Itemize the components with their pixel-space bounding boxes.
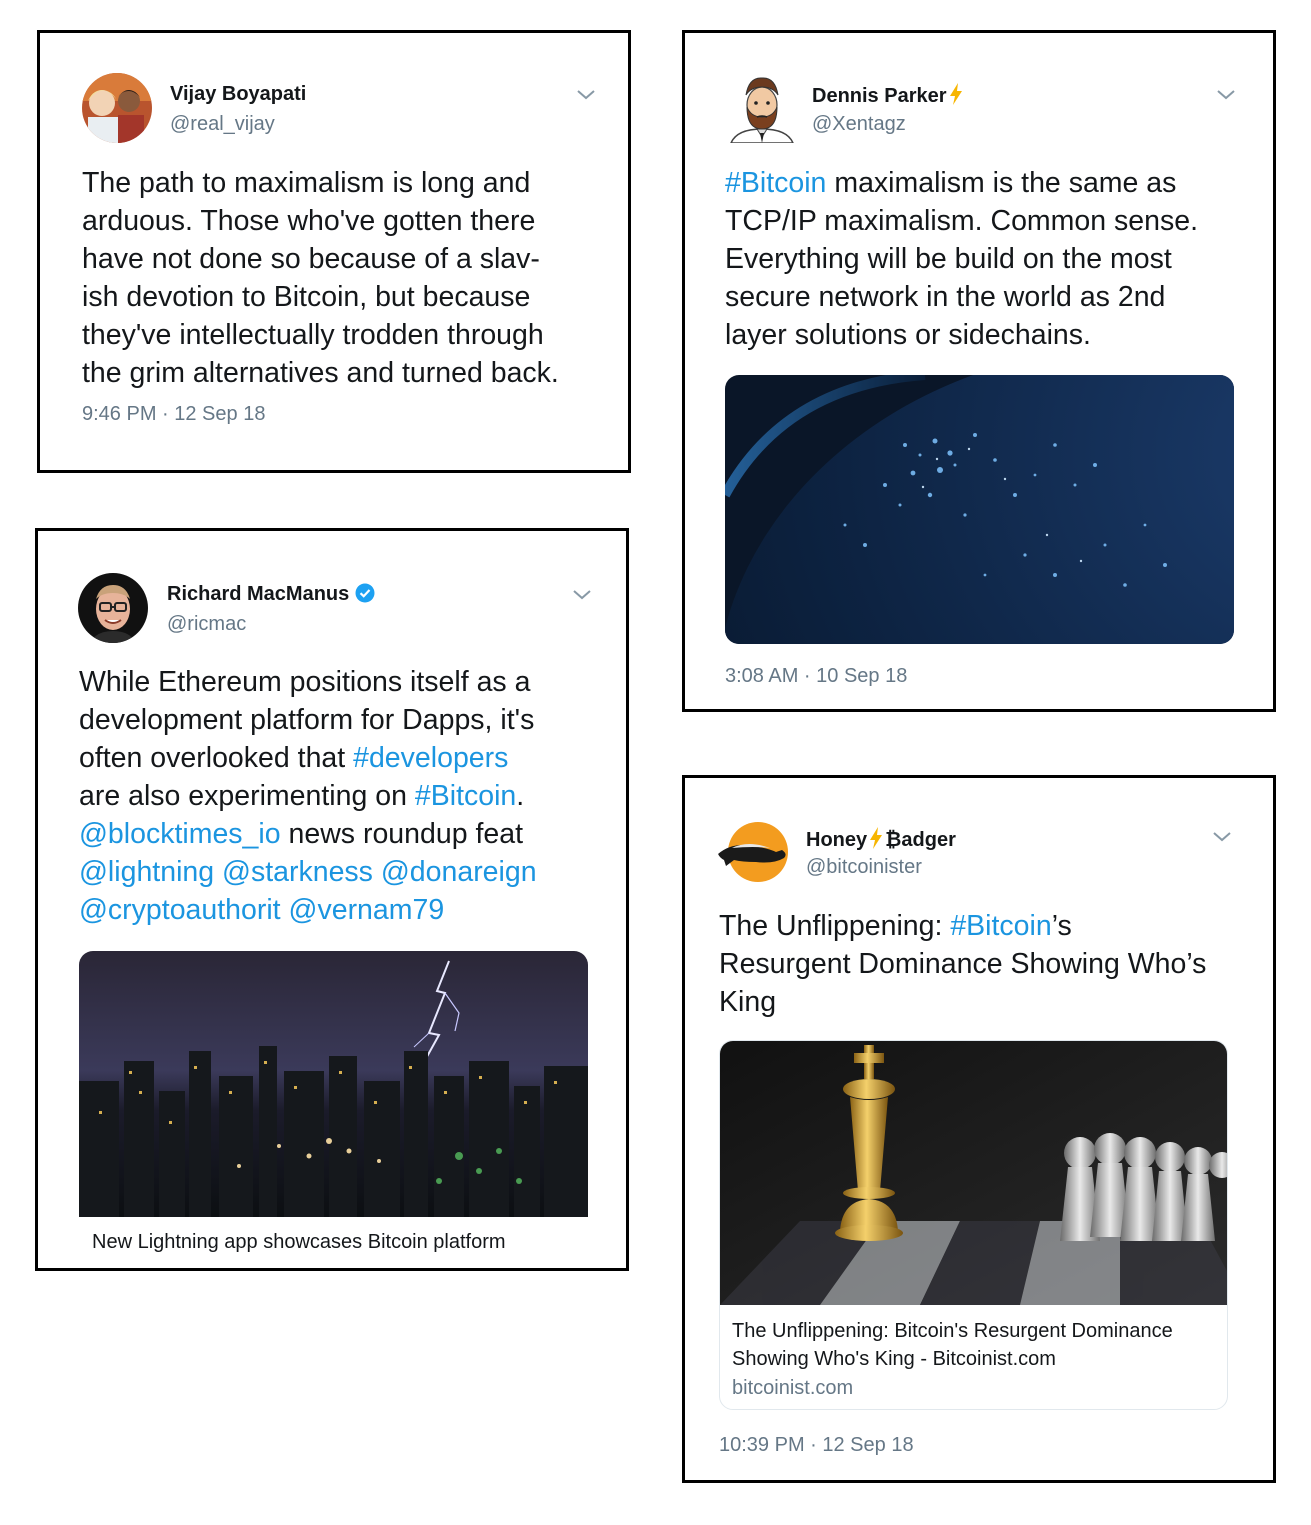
user-handle[interactable]: @bitcoinister — [806, 856, 922, 879]
display-name[interactable]: Richard MacManus — [167, 583, 375, 606]
tweet-media-image[interactable] — [79, 951, 588, 1217]
tweet-card-vijay: Vijay Boyapati @real_vijay The path to m… — [37, 30, 631, 473]
user-handle[interactable]: @real_vijay — [170, 113, 275, 136]
tweet-text-line: often overlooked that #developers — [79, 739, 619, 777]
display-name[interactable]: Vijay Boyapati — [170, 83, 306, 106]
link-card-title-line: Showing Who's King - Bitcoinist.com — [732, 1348, 1056, 1370]
tweet-card-honeybadger: Honey ₿adger @bitcoinister The Unflippeni… — [682, 775, 1276, 1483]
media-caption[interactable]: New Lightning app showcases Bitcoin plat… — [92, 1231, 506, 1254]
verified-badge-icon — [355, 583, 375, 603]
tweet-text-line: @blocktimes_io news roundup feat — [79, 815, 619, 853]
hashtag-link[interactable]: #Bitcoin — [950, 910, 1051, 942]
display-name-text: Richard MacManus — [167, 583, 350, 605]
mention-link[interactable]: @donareign — [381, 856, 537, 888]
mention-link[interactable]: @blocktimes_io — [79, 818, 281, 850]
text-span: maximalism is the same as — [826, 167, 1177, 199]
tweet-text-line: @cryptoauthorit @vernam79 — [79, 891, 619, 929]
chess-pawns-icon — [1060, 1133, 1227, 1241]
tweet-text-line: The Unflippening: #Bitcoin’s — [719, 907, 1264, 945]
earth-night-lights-image — [725, 375, 1234, 644]
tweet-card-dennis: Dennis Parker @Xentagz #Bitcoin maximali… — [682, 30, 1276, 712]
link-card-title: The Unflippening: Bitcoin's Resurgent Do… — [732, 1317, 1222, 1373]
text-span: ’s — [1051, 910, 1072, 942]
mention-link[interactable]: @starkness — [222, 856, 373, 888]
tweet-text-line: While Ethereum positions itself as a — [79, 666, 531, 698]
avatar[interactable] — [82, 73, 152, 143]
tweet-text-line: development platform for Dapps, it's — [79, 704, 535, 736]
avatar[interactable] — [718, 816, 790, 888]
avatar[interactable] — [727, 73, 797, 143]
tweet-text-line: The path to maximalism is long and — [82, 167, 531, 199]
tweet-text-line: Resurgent Dominance Showing Who’s — [719, 948, 1207, 980]
tweet-text-line: TCP/IP maximalism. Common sense. — [725, 205, 1199, 237]
link-card-title-line: The Unflippening: Bitcoin's Resurgent Do… — [732, 1320, 1173, 1342]
tweet-text-line: layer solutions or sidechains. — [725, 319, 1091, 351]
link-card-domain: bitcoinist.com — [732, 1377, 854, 1399]
tweet-text-line: King — [719, 986, 777, 1018]
man-glasses-photo-icon — [78, 573, 148, 643]
hashtag-link[interactable]: #Bitcoin — [725, 167, 826, 199]
tweet-text-line: are also experimenting on #Bitcoin. — [79, 777, 619, 815]
tweet-media-image[interactable] — [725, 375, 1234, 644]
text-span: are also experimenting on — [79, 780, 415, 812]
display-name-text: ₿adger — [885, 829, 956, 851]
tweet-text: While Ethereum positions itself as a dev… — [79, 663, 619, 929]
avatar[interactable] — [78, 573, 148, 643]
lightning-city-night-image — [79, 951, 588, 1217]
tweet-text-line: the grim alternatives and turned back. — [82, 357, 559, 389]
hashtag-link[interactable]: #Bitcoin — [415, 780, 516, 812]
tweet-text: The path to maximalism is long and arduo… — [82, 164, 622, 392]
tweet-text: #Bitcoin maximalism is the same as TCP/I… — [725, 164, 1265, 354]
tweet-text: The Unflippening: #Bitcoin’s Resurgent D… — [719, 907, 1264, 1021]
tweet-text-line: ish devotion to Bitcoin, but because — [82, 281, 531, 313]
tweet-text-line: #Bitcoin maximalism is the same as — [725, 164, 1265, 202]
chevron-down-icon[interactable] — [571, 588, 593, 602]
display-name-text: Dennis Parker — [812, 85, 947, 107]
text-span: often overlooked that — [79, 742, 354, 774]
lightning-bolt-icon — [870, 827, 883, 849]
tweet-text-line: Everything will be build on the most — [725, 243, 1172, 275]
link-preview-card[interactable]: The Unflippening: Bitcoin's Resurgent Do… — [719, 1040, 1228, 1410]
hashtag-link[interactable]: #developers — [353, 742, 508, 774]
tweet-text-line: @lightning @starkness @donareign — [79, 853, 619, 891]
link-card-image — [720, 1041, 1227, 1305]
tweet-text-line: have not done so because of a slav- — [82, 243, 540, 275]
tweet-timestamp[interactable]: 10:39 PM · 12 Sep 18 — [719, 1434, 914, 1457]
person-photo-icon — [82, 73, 152, 143]
user-handle[interactable]: @ricmac — [167, 613, 246, 636]
chess-king-pawns-image — [720, 1041, 1227, 1305]
user-handle[interactable]: @Xentagz — [812, 113, 906, 136]
lightning-bolt-icon — [949, 83, 962, 105]
bearded-man-cartoon-icon — [727, 73, 797, 143]
chevron-down-icon[interactable] — [575, 88, 597, 102]
mention-link[interactable]: @lightning — [79, 856, 214, 888]
tweet-timestamp[interactable]: 3:08 AM · 10 Sep 18 — [725, 665, 907, 688]
display-name[interactable]: Honey ₿adger — [806, 827, 956, 852]
tweet-text-line: secure network in the world as 2nd — [725, 281, 1166, 313]
chevron-down-icon[interactable] — [1211, 830, 1233, 844]
honey-badger-logo-icon — [718, 816, 790, 888]
chevron-down-icon[interactable] — [1215, 88, 1237, 102]
mention-link[interactable]: @cryptoauthorit — [79, 894, 281, 926]
tweet-timestamp[interactable]: 9:46 PM · 12 Sep 18 — [82, 403, 265, 426]
tweet-text-line: arduous. Those who've gotten there — [82, 205, 536, 237]
tweet-text-line: they've intellectually trodden through — [82, 319, 544, 351]
text-span: news roundup feat — [280, 818, 524, 850]
text-span: The Unflippening: — [719, 910, 951, 942]
display-name[interactable]: Dennis Parker — [812, 83, 963, 108]
tweet-card-richard: Richard MacManus @ricmac While Ethereum … — [35, 528, 629, 1271]
text-span: . — [516, 780, 525, 812]
display-name-text: Honey — [806, 829, 868, 851]
mention-link[interactable]: @vernam79 — [289, 894, 445, 926]
